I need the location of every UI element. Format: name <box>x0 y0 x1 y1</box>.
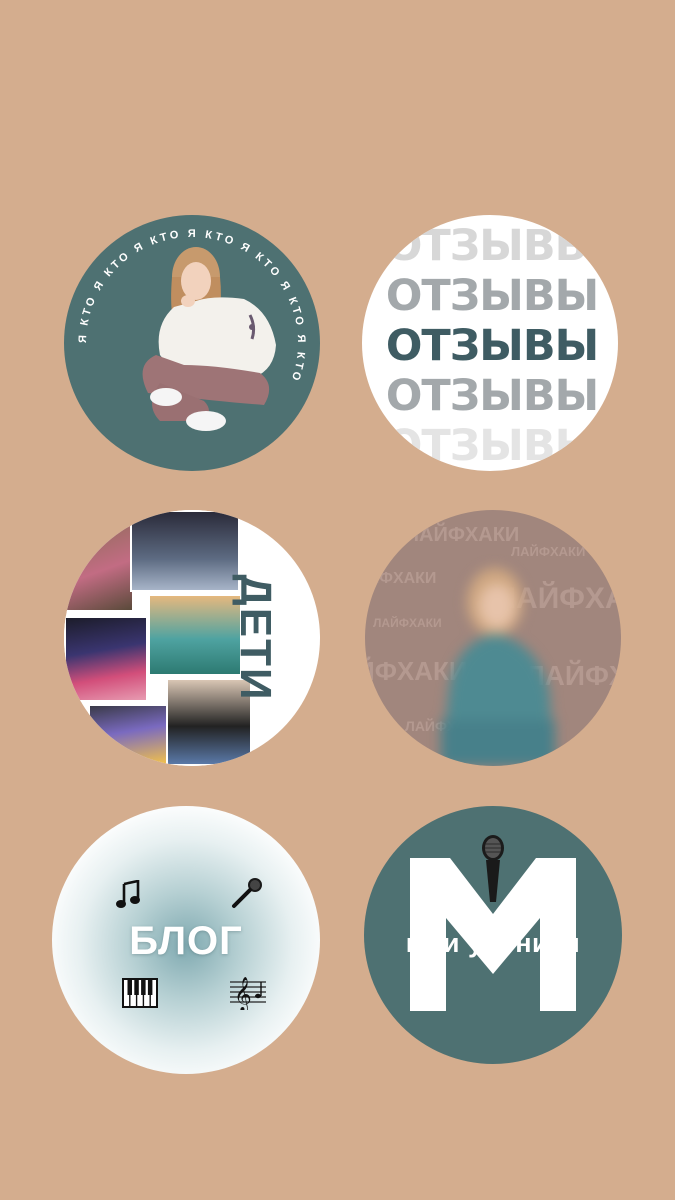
portrait-photo <box>142 247 276 431</box>
kids-title: ДЕТИ <box>231 574 280 702</box>
treble-clef-icon: 𝄞 <box>230 977 266 1010</box>
music-note-icon <box>116 880 140 908</box>
highlight-blog[interactable]: БЛОГ 𝄞 <box>52 806 320 1074</box>
highlight-who-am-i[interactable]: Я КТО Я КТО Я КТО Я КТО Я КТО Я КТО Я КТ… <box>64 215 320 471</box>
piano-keys-icon <box>122 978 158 1008</box>
blog-title: БЛОГ <box>129 919 243 963</box>
blurred-person-photo <box>441 568 555 766</box>
reviews-row: ОТЗЫВЫ <box>385 371 599 421</box>
kids-photo <box>130 510 240 592</box>
highlight-reviews[interactable]: ОТЗЫВЫ ОТЗЫВЫ ОТЗЫВЫ ОТЗЫВЫ ОТЗЫВЫ <box>362 215 618 471</box>
kids-photo <box>88 704 168 766</box>
reviews-row: ОТЗЫВЫ <box>385 221 599 271</box>
highlight-lifehacks[interactable]: ЛАЙФХАКИ ЛАЙФХАКИ ЛАЙФХАКИ ЛАЙФХАКИ ЛАЙФ… <box>365 510 621 766</box>
highlight-my-students[interactable]: мои ученики <box>364 806 622 1064</box>
reviews-row: ОТЗЫВЫ <box>385 271 599 321</box>
microphone-icon <box>232 878 262 908</box>
kids-photo <box>148 594 242 676</box>
reviews-row-accent: ОТЗЫВЫ <box>385 321 599 371</box>
svg-text:𝄞: 𝄞 <box>234 977 252 1010</box>
reviews-word-stack: ОТЗЫВЫ ОТЗЫВЫ ОТЗЫВЫ ОТЗЫВЫ ОТЗЫВЫ <box>362 221 618 471</box>
reviews-row: ОТЗЫВЫ <box>385 421 599 471</box>
kids-photo <box>64 520 134 612</box>
microphone-icon <box>482 835 504 902</box>
highlight-kids[interactable]: ДЕТИ <box>64 510 320 766</box>
students-label: мои ученики <box>405 928 581 958</box>
kids-photo <box>64 616 148 702</box>
